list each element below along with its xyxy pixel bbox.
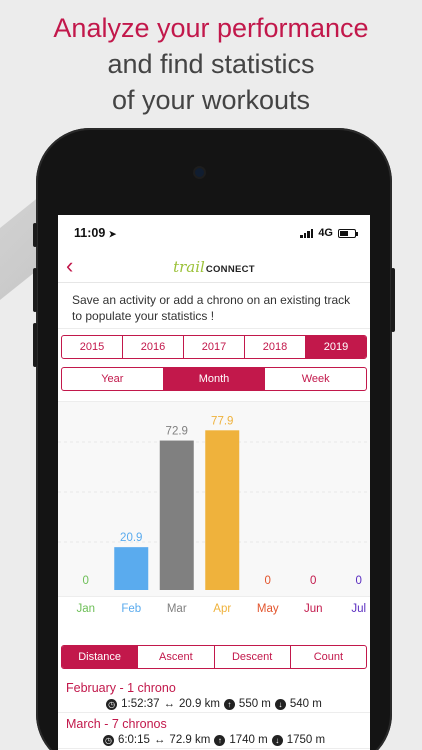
month-label-may: May — [256, 603, 279, 615]
clock-icon: ◷ — [102, 734, 114, 746]
front-camera — [195, 168, 204, 177]
trailconnect-logo: trail CONNECT — [173, 257, 255, 276]
volume-down-button — [33, 323, 37, 367]
metric-tab-distance[interactable]: Distance — [62, 646, 138, 668]
battery-icon — [338, 228, 358, 238]
period-tab-month[interactable]: Month — [162, 368, 265, 390]
metric-tab-descent[interactable]: Descent — [213, 646, 290, 668]
list-item-ascent: 550 m — [238, 698, 271, 710]
volume-up-button — [33, 268, 37, 312]
phone-frame: 11:09 ➤ 4G ‹ trail CONNECT Save an activ… — [33, 128, 395, 750]
list-item-distance: 72.9 km — [169, 734, 211, 746]
descent-arrow-icon: ↓ — [274, 698, 286, 710]
status-bar: 11:09 ➤ 4G — [58, 215, 370, 251]
month-label-jun: Jun — [303, 603, 323, 615]
list-item[interactable]: February - 1 chrono ◷ 1:52:37 ↔ 20.9 km … — [58, 677, 370, 713]
metric-selector: Distance Ascent Descent Count — [61, 645, 367, 669]
list-item-descent: 1750 m — [286, 734, 326, 746]
app-screen: 11:09 ➤ 4G ‹ trail CONNECT Save an activ… — [58, 215, 370, 750]
chart-value-label-jun: 0 — [310, 575, 316, 587]
chart-value-label-may: 0 — [265, 575, 271, 587]
headline-line-3: of your workouts — [111, 85, 311, 115]
month-label-jul: Jul — [351, 603, 367, 615]
year-selector: 2015 2016 2017 2018 2019 — [61, 335, 367, 359]
clock-icon: ◷ — [106, 698, 118, 710]
back-chevron-icon[interactable]: ‹ — [66, 255, 73, 277]
month-axis: Jan Feb Mar Apr May Jun Jul — [58, 597, 370, 621]
chart-value-label-mar: 72.9 — [166, 426, 188, 438]
metric-tab-ascent[interactable]: Ascent — [137, 646, 213, 668]
period-tab-week[interactable]: Week — [264, 368, 366, 390]
list-item[interactable]: March - 7 chronos ◷ 6:0:15 ↔ 72.9 km ↑ 1… — [58, 713, 370, 749]
headline-line-2: and find statistics — [107, 49, 315, 79]
cellular-signal-icon — [300, 228, 314, 238]
year-option-2016[interactable]: 2016 — [122, 336, 183, 358]
bar-chart-svg: 0 20.9 72.9 77.9 0 0 0 — [58, 415, 370, 590]
ascent-arrow-icon: ↑ — [223, 698, 235, 710]
navigation-bar: ‹ trail CONNECT — [58, 251, 370, 283]
distance-arrows-icon: ↔ — [153, 734, 166, 746]
chart-bar-apr — [205, 430, 240, 590]
list-item-ascent: 1740 m — [229, 734, 268, 746]
list-item-duration: 6:0:15 — [117, 734, 150, 746]
list-item-title: March - 7 chronos — [66, 717, 167, 731]
chart-bar-mar — [159, 440, 194, 590]
chart-value-label-jul: 0 — [356, 575, 362, 587]
period-selector: Year Month Week — [61, 367, 367, 391]
year-option-2019[interactable]: 2019 — [305, 336, 366, 358]
info-message: Save an activity or add a chrono on an e… — [58, 283, 370, 329]
year-option-2018[interactable]: 2018 — [244, 336, 305, 358]
list-item-descent: 540 m — [289, 698, 322, 710]
monthly-bar-chart: 0 20.9 72.9 77.9 0 0 0 — [58, 401, 370, 597]
chart-value-label-jan: 0 — [83, 575, 89, 587]
network-type: 4G — [318, 227, 333, 239]
descent-arrow-icon: ↓ — [271, 734, 283, 746]
month-label-feb: Feb — [121, 603, 142, 615]
headline-line-1: Analyze your performance — [53, 13, 369, 43]
period-tab-year[interactable]: Year — [62, 368, 163, 390]
month-label-mar: Mar — [166, 603, 187, 615]
metric-tab-count[interactable]: Count — [289, 646, 366, 668]
month-label-jan: Jan — [76, 603, 96, 615]
list-item-distance: 20.9 km — [179, 698, 220, 710]
status-time: 11:09 ➤ — [74, 226, 117, 240]
month-label-apr: Apr — [213, 603, 232, 615]
location-arrow-icon: ➤ — [108, 229, 117, 239]
list-item-title: February - 1 chrono — [66, 681, 176, 695]
year-option-2017[interactable]: 2017 — [183, 336, 244, 358]
distance-arrows-icon: ↔ — [163, 698, 176, 710]
promo-headline: Analyze your performance and find statis… — [0, 0, 422, 118]
ascent-arrow-icon: ↑ — [214, 734, 226, 746]
power-button — [391, 268, 395, 332]
year-option-2015[interactable]: 2015 — [62, 336, 122, 358]
mute-switch — [33, 223, 37, 247]
chart-value-label-apr: 77.9 — [211, 415, 233, 427]
chart-bar-feb — [114, 547, 149, 590]
list-item-duration: 1:52:37 — [121, 698, 160, 710]
chart-value-label-feb: 20.9 — [120, 532, 142, 544]
